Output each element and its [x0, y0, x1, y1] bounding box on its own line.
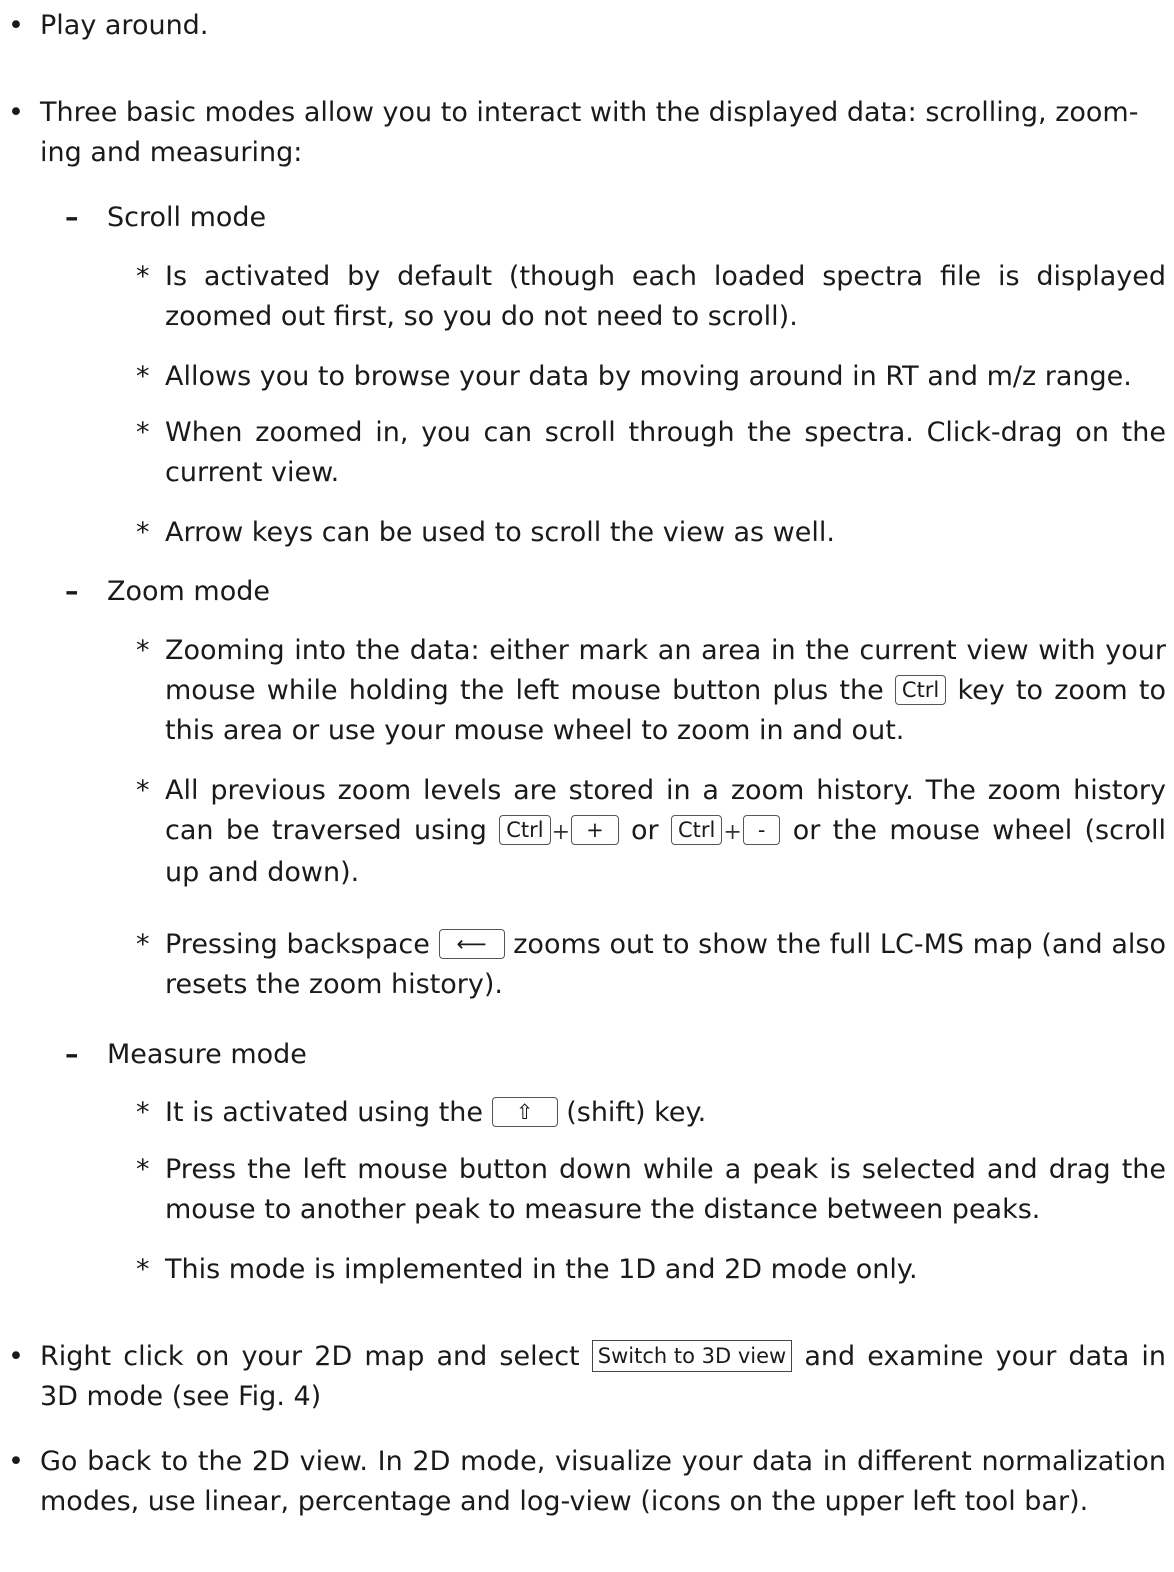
item-text-line-1: Three basic modes allow you to interact … — [40, 97, 1139, 128]
star-marker: * — [136, 635, 150, 666]
dash-marker: – — [65, 576, 79, 607]
ctrl-key: Ctrl — [671, 815, 723, 845]
list-item: • Three basic modes allow you to interac… — [8, 93, 1166, 173]
sublist-item-zoom-mode: – Zoom mode — [65, 572, 1166, 612]
item-text: Allows you to browse your data by moving… — [165, 361, 1132, 392]
subsublist-item: * Arrow keys can be used to scroll the v… — [136, 513, 1166, 553]
item-text: Go back to the 2D view. In 2D mode, visu… — [40, 1446, 1166, 1517]
item-text: When zoomed in, you can scroll through t… — [165, 417, 1166, 488]
item-text: Is activated by default (though each loa… — [165, 261, 1166, 332]
subsublist-item: * Is activated by default (though each l… — [136, 257, 1166, 337]
item-text: Press the left mouse button down while a… — [165, 1154, 1166, 1225]
sublist-item-measure-mode: – Measure mode — [65, 1035, 1166, 1075]
item-text: This mode is implemented in the 1D and 2… — [165, 1254, 918, 1285]
star-marker: * — [136, 1254, 150, 1285]
item-text: (shift) key. — [566, 1097, 707, 1128]
item-text: Arrow keys can be used to scroll the vie… — [165, 517, 835, 548]
plus-key: + — [571, 815, 619, 845]
star-marker: * — [136, 361, 150, 392]
dash-marker: – — [65, 202, 79, 233]
ctrl-key: Ctrl — [499, 815, 551, 845]
dash-marker: – — [65, 1039, 79, 1070]
ctrl-key: Ctrl — [894, 675, 947, 705]
subsublist-item: * Allows you to browse your data by movi… — [136, 357, 1166, 397]
star-marker: * — [136, 1154, 150, 1185]
subsublist-item: * All previous zoom levels are stored in… — [136, 771, 1166, 893]
subsublist-item: * Zooming into the data: either mark an … — [136, 631, 1166, 751]
bullet-marker: • — [8, 1341, 24, 1372]
bullet-marker: • — [8, 97, 24, 128]
subsublist-item: * It is activated using the ⇧ (shift) ke… — [136, 1093, 1166, 1133]
item-text-line-2: ing and measuring: — [40, 137, 303, 168]
backspace-key: ⟵ — [438, 929, 505, 959]
item-text: Right click on your 2D map and select — [40, 1341, 580, 1372]
item-text: Play around. — [40, 10, 209, 41]
subsublist-item: * Press the left mouse button down while… — [136, 1150, 1166, 1230]
list-item: • Play around. — [8, 6, 1166, 46]
minus-key: - — [742, 815, 781, 845]
plus-sign: + — [723, 820, 742, 845]
star-marker: * — [136, 417, 150, 448]
star-marker: * — [136, 775, 150, 806]
item-text: Zoom mode — [107, 576, 270, 607]
subsublist-item: * This mode is implemented in the 1D and… — [136, 1250, 1166, 1290]
subsublist-item: * Pressing backspace ⟵ zooms out to show… — [136, 925, 1166, 1005]
item-text: Measure mode — [107, 1039, 307, 1070]
plus-sign: + — [551, 820, 571, 845]
sublist-item-scroll-mode: – Scroll mode — [65, 198, 1166, 238]
bullet-marker: • — [8, 10, 24, 41]
star-marker: * — [136, 929, 150, 960]
item-text: Scroll mode — [107, 202, 267, 233]
star-marker: * — [136, 517, 150, 548]
subsublist-item: * When zoomed in, you can scroll through… — [136, 413, 1166, 493]
item-text: Pressing backspace — [165, 929, 430, 960]
list-item: • Go back to the 2D view. In 2D mode, vi… — [8, 1442, 1166, 1522]
item-text: It is activated using the — [165, 1097, 484, 1128]
list-item: • Right click on your 2D map and select … — [8, 1337, 1166, 1417]
switch-to-3d-view-menu-item[interactable]: Switch to 3D view — [591, 1340, 793, 1372]
star-marker: * — [136, 261, 150, 292]
star-marker: * — [136, 1097, 150, 1128]
bullet-marker: • — [8, 1446, 24, 1477]
shift-key: ⇧ — [491, 1097, 558, 1127]
item-text: or — [631, 815, 659, 846]
